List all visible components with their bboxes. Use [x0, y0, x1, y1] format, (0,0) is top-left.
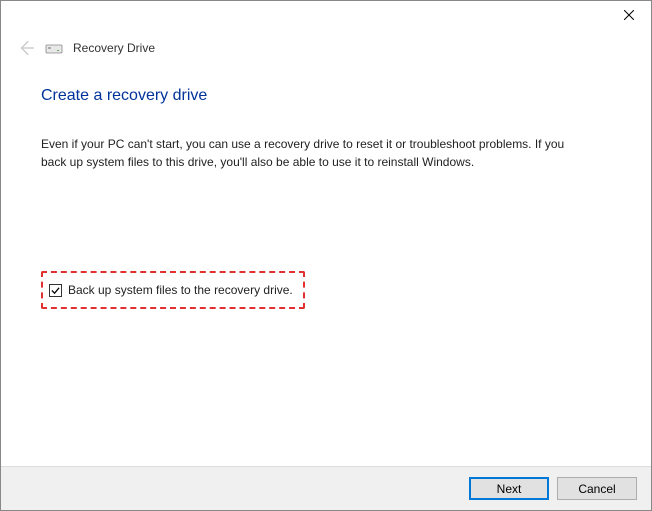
backup-system-files-checkbox[interactable]	[49, 284, 62, 297]
footer: Next Cancel	[1, 466, 651, 510]
wizard-title: Recovery Drive	[73, 41, 155, 55]
recovery-drive-wizard-window: Recovery Drive Create a recovery drive E…	[0, 0, 652, 511]
highlighted-checkbox-area: Back up system files to the recovery dri…	[41, 271, 305, 309]
drive-icon	[45, 41, 63, 55]
page-heading: Create a recovery drive	[41, 87, 611, 105]
checkmark-icon	[51, 286, 60, 295]
back-arrow-icon	[17, 39, 35, 57]
header-row: Recovery Drive	[1, 31, 651, 57]
back-button	[17, 39, 35, 57]
backup-system-files-label: Back up system files to the recovery dri…	[68, 283, 293, 297]
content-area: Create a recovery drive Even if your PC …	[1, 57, 651, 466]
cancel-button[interactable]: Cancel	[557, 477, 637, 500]
titlebar	[1, 1, 651, 31]
next-button[interactable]: Next	[469, 477, 549, 500]
close-button[interactable]	[606, 1, 651, 29]
close-icon	[624, 10, 634, 20]
page-description: Even if your PC can't start, you can use…	[41, 135, 581, 171]
